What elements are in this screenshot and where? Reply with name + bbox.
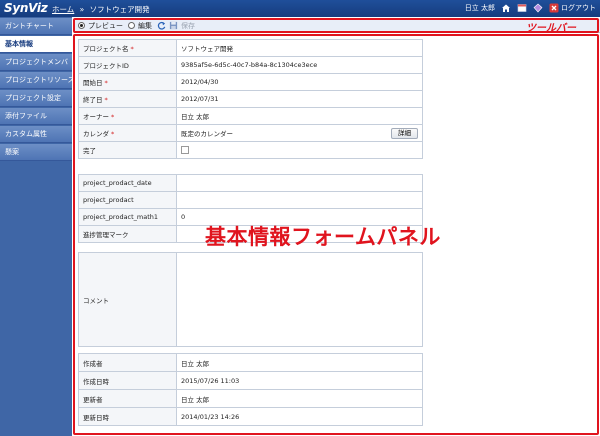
required-mark: * <box>111 130 115 138</box>
calendar-label: カレンダ * <box>78 124 177 142</box>
logout-link[interactable]: ログアウト <box>549 3 596 13</box>
start-date-value: 2012/04/30 <box>176 73 423 91</box>
breadcrumb-separator: » <box>79 5 85 14</box>
required-mark: * <box>111 113 115 121</box>
end-date-label: 終了日 * <box>78 90 177 108</box>
edit-radio[interactable] <box>128 22 135 29</box>
start-date-label: 開始日 * <box>78 73 177 91</box>
table-row: プロジェクトID 9385af5e-6d5c-40c7-b84a-8c1304c… <box>78 56 423 74</box>
created-at-label: 作成日時 <box>78 371 177 390</box>
comment-value <box>176 252 423 347</box>
required-mark: * <box>130 45 134 53</box>
updated-at-value: 2014/01/23 14:26 <box>176 407 423 426</box>
project-id-value: 9385af5e-6d5c-40c7-b84a-8c1304ce3ece <box>176 56 423 74</box>
created-by-label: 作成者 <box>78 353 177 372</box>
table-row: 更新日時 2014/01/23 14:26 <box>78 407 423 426</box>
table-row: 更新者 日立 太郎 <box>78 389 423 408</box>
app-header: SynViz ホーム » ソフトウェア開発 日立 太郎 ログアウト <box>0 0 600 17</box>
updated-by-label: 更新者 <box>78 389 177 408</box>
save-label[interactable]: 保存 <box>181 21 195 31</box>
sidebar-item-project-settings[interactable]: プロジェクト設定 <box>0 90 72 107</box>
logout-label: ログアウト <box>561 4 596 12</box>
sidebar-item-project-members[interactable]: プロジェクトメンバ <box>0 54 72 71</box>
updated-by-value: 日立 太郎 <box>176 389 423 408</box>
edit-label[interactable]: 編集 <box>138 21 152 31</box>
breadcrumb: ホーム » ソフトウェア開発 <box>52 4 150 15</box>
complete-label: 完了 <box>78 141 177 159</box>
updated-at-label: 更新日時 <box>78 407 177 426</box>
created-at-value: 2015/07/26 11:03 <box>176 371 423 390</box>
preview-label[interactable]: プレビュー <box>88 21 123 31</box>
table-row: project_prodact_date <box>78 174 423 192</box>
user-name: 日立 太郎 <box>464 4 495 12</box>
audit-table: 作成者 日立 太郎 作成日時 2015/07/26 11:03 更新者 日立 太… <box>78 353 423 426</box>
gem-icon[interactable] <box>533 3 543 13</box>
calendar-detail-button[interactable]: 詳細 <box>391 127 418 139</box>
project-id-label: プロジェクトID <box>78 56 177 74</box>
end-date-value: 2012/07/31 <box>176 90 423 108</box>
sidebar-item-basic-info[interactable]: 基本情報 <box>0 36 72 53</box>
table-row: 作成者 日立 太郎 <box>78 353 423 372</box>
custom-field-label: project_prodact_math1 <box>78 208 177 226</box>
table-row: 開始日 * 2012/04/30 <box>78 73 423 91</box>
form-panel-annotation: 基本情報フォームパネル <box>205 225 441 249</box>
toolbar: プレビュー 編集 保存 <box>74 19 600 33</box>
owner-label: オーナー * <box>78 107 177 125</box>
close-icon <box>549 3 559 13</box>
toolbar-annotation: ツールバー <box>526 23 576 34</box>
created-by-value: 日立 太郎 <box>176 353 423 372</box>
custom-field-value <box>176 174 423 192</box>
table-row: 作成日時 2015/07/26 11:03 <box>78 371 423 390</box>
breadcrumb-home-link[interactable]: ホーム <box>52 5 74 14</box>
app-logo: SynViz <box>4 1 48 15</box>
save-icon[interactable] <box>169 21 178 30</box>
table-row: プロジェクト名 * ソフトウェア開発 <box>78 39 423 57</box>
home-icon[interactable] <box>501 3 511 13</box>
breadcrumb-current: ソフトウェア開発 <box>89 5 150 14</box>
sidebar: ガントチャート 基本情報 プロジェクトメンバ プロジェクトリソース プロジェクト… <box>0 17 72 436</box>
basic-info-table: プロジェクト名 * ソフトウェア開発 プロジェクトID 9385af5e-6d5c… <box>78 39 423 159</box>
table-row: project_prodact <box>78 191 423 209</box>
table-row: 終了日 * 2012/07/31 <box>78 90 423 108</box>
sidebar-item-attachments[interactable]: 添付ファイル <box>0 108 72 125</box>
table-row: 完了 <box>78 141 423 159</box>
sidebar-item-custom-attributes[interactable]: カスタム属性 <box>0 126 72 143</box>
project-name-label: プロジェクト名 * <box>78 39 177 57</box>
calendar-cell: 既定のカレンダー 詳細 <box>176 124 423 142</box>
required-mark: * <box>104 96 108 104</box>
sidebar-item-project-resources[interactable]: プロジェクトリソース <box>0 72 72 89</box>
comment-table: コメント <box>78 252 423 347</box>
comment-label: コメント <box>78 252 177 347</box>
complete-checkbox[interactable] <box>181 146 189 154</box>
table-row: カレンダ * 既定のカレンダー 詳細 <box>78 124 423 142</box>
custom-field-label: 進捗管理マーク <box>78 225 177 243</box>
required-mark: * <box>104 79 108 87</box>
custom-field-label: project_prodact_date <box>78 174 177 192</box>
sidebar-item-gantt-chart[interactable]: ガントチャート <box>0 18 72 35</box>
custom-field-value <box>176 191 423 209</box>
calendar-value: 既定のカレンダー <box>181 129 233 138</box>
header-actions: 日立 太郎 ログアウト <box>465 3 596 13</box>
table-row: オーナー * 日立 太郎 <box>78 107 423 125</box>
sidebar-item-issues[interactable]: 懸案 <box>0 144 72 161</box>
complete-cell <box>176 141 423 159</box>
window-icon[interactable] <box>517 3 527 13</box>
refresh-icon[interactable] <box>157 21 166 30</box>
custom-field-label: project_prodact <box>78 191 177 209</box>
preview-radio[interactable] <box>78 22 85 29</box>
owner-value: 日立 太郎 <box>176 107 423 125</box>
project-name-value: ソフトウェア開発 <box>176 39 423 57</box>
table-row: コメント <box>78 252 423 347</box>
main-panel: プレビュー 編集 保存 プロジェクト名 * ソフトウェア開発 プロジェクトID 9… <box>72 17 600 436</box>
